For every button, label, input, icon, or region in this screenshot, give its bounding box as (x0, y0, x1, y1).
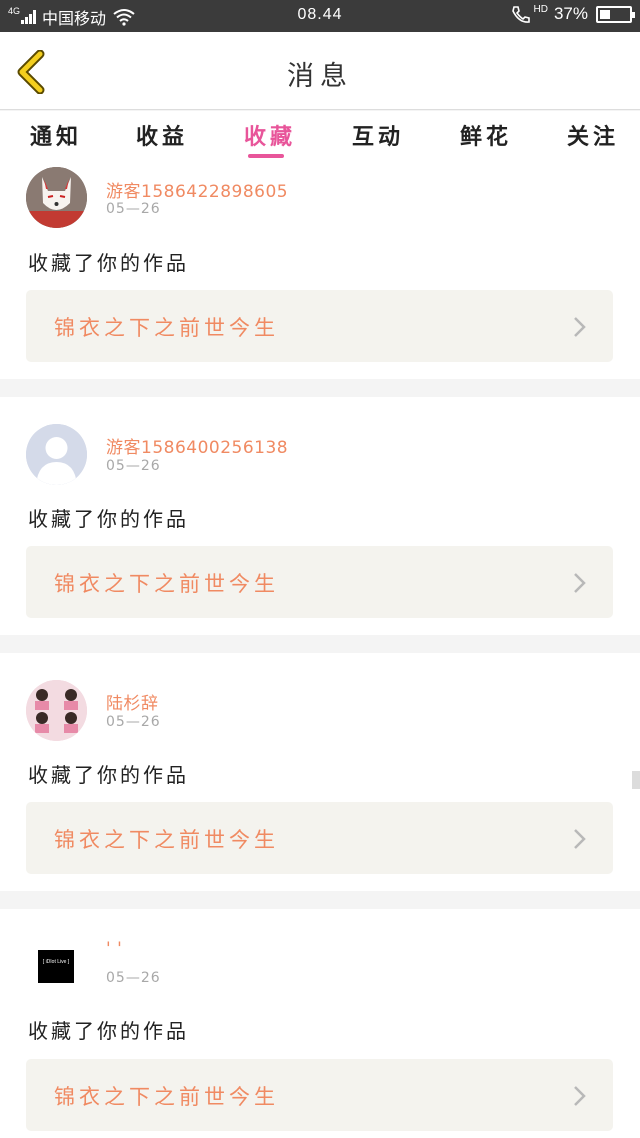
username[interactable]: 游客1586400256138 (106, 433, 288, 458)
avatar-image (26, 167, 87, 228)
message-date: 05—26 (106, 201, 161, 217)
avatar-image (26, 680, 87, 741)
battery-icon (596, 5, 635, 23)
phone-hd-icon (511, 6, 530, 23)
chevron-right-icon (574, 829, 586, 849)
work-link[interactable]: 锦衣之下之前世今生 (26, 802, 613, 874)
chevron-right-icon (574, 1086, 586, 1106)
message-card: [ iDIot Live ] ' ' 05—26 收藏了你的作品 锦衣之下之前世… (0, 909, 640, 1138)
message-card: 游客1586400256138 05—26 收藏了你的作品 锦衣之下之前世今生 (0, 397, 640, 635)
avatar[interactable] (26, 167, 87, 228)
avatar-caption: [ iDIot Live ] (42, 959, 70, 965)
work-title: 锦衣之下之前世今生 (54, 572, 279, 596)
nav-header: 消息 (0, 32, 640, 110)
username[interactable]: 陆杉辞 (106, 689, 159, 714)
work-title: 锦衣之下之前世今生 (54, 828, 279, 852)
action-text: 收藏了你的作品 (28, 251, 189, 275)
username[interactable]: ' ' (106, 939, 122, 959)
tab-notifications[interactable]: 通知 (28, 119, 84, 159)
status-bar: 4G 中国移动 08.44 HD 37% (0, 0, 640, 32)
avatar-image: [ iDIot Live ] (38, 950, 74, 983)
tab-bar: 通知 收益 收藏 互动 鲜花 关注 (0, 111, 640, 161)
battery-level-fill (600, 9, 611, 19)
active-tab-indicator (248, 154, 284, 158)
status-right: HD 37% (510, 3, 635, 24)
avatar[interactable]: [ iDIot Live ] (26, 936, 87, 997)
battery-percent: 37% (553, 4, 588, 23)
avatar[interactable] (26, 680, 87, 741)
page-title: 消息 (287, 61, 353, 92)
tab-interactions[interactable]: 互动 (350, 119, 406, 159)
message-date: 05—26 (106, 970, 161, 986)
tab-flowers[interactable]: 鲜花 (458, 119, 514, 159)
work-title: 锦衣之下之前世今生 (54, 1085, 279, 1109)
tab-earnings[interactable]: 收益 (134, 119, 190, 159)
tab-favorites[interactable]: 收藏 (242, 119, 298, 159)
avatar[interactable] (26, 424, 87, 485)
message-card: 游客1586422898605 05—26 收藏了你的作品 锦衣之下之前世今生 (0, 161, 640, 379)
message-card: 陆杉辞 05—26 收藏了你的作品 锦衣之下之前世今生 (0, 653, 640, 891)
work-link[interactable]: 锦衣之下之前世今生 (26, 1059, 613, 1131)
scrollbar-thumb[interactable] (632, 771, 640, 789)
default-avatar-icon (26, 424, 87, 485)
action-text: 收藏了你的作品 (28, 763, 189, 787)
action-text: 收藏了你的作品 (28, 507, 189, 531)
message-date: 05—26 (106, 714, 161, 730)
username[interactable]: 游客1586422898605 (106, 177, 288, 202)
work-link[interactable]: 锦衣之下之前世今生 (26, 290, 613, 362)
hd-label: HD (533, 3, 548, 15)
tab-following[interactable]: 关注 (565, 119, 621, 159)
action-text: 收藏了你的作品 (28, 1019, 189, 1043)
message-date: 05—26 (106, 458, 161, 474)
chevron-right-icon (574, 317, 586, 337)
work-link[interactable]: 锦衣之下之前世今生 (26, 546, 613, 618)
work-title: 锦衣之下之前世今生 (54, 316, 279, 340)
chevron-right-icon (574, 573, 586, 593)
